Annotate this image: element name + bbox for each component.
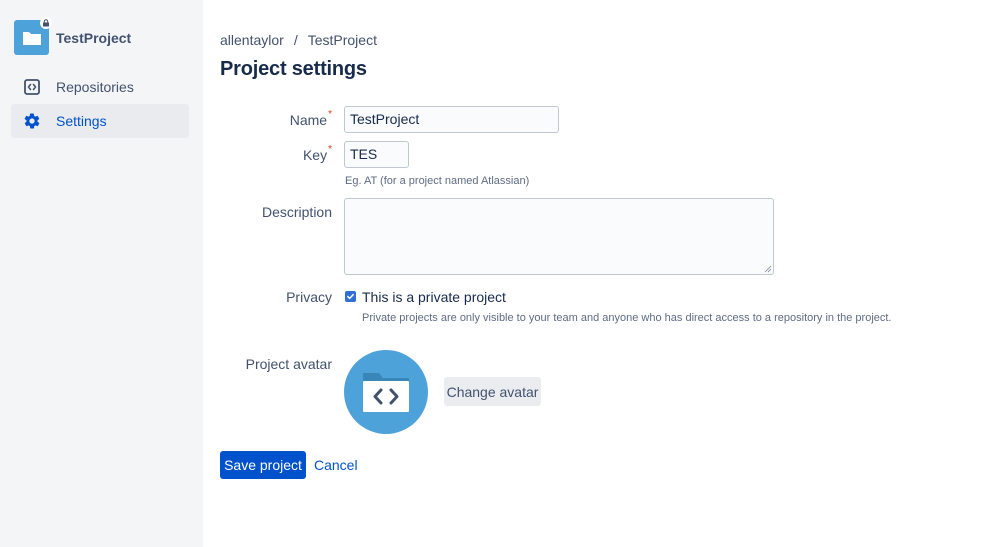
- sidebar-item-label: Settings: [56, 113, 107, 129]
- resize-grip-icon[interactable]: [764, 265, 772, 273]
- sidebar-project-header[interactable]: TestProject: [14, 17, 132, 55]
- gear-icon: [21, 110, 43, 132]
- private-project-checkbox-label[interactable]: This is a private project: [362, 289, 506, 305]
- project-avatar: [344, 350, 428, 434]
- privacy-help-text: Private projects are only visible to you…: [362, 312, 892, 324]
- breadcrumb: allentaylor / TestProject: [220, 32, 377, 48]
- lock-icon: [40, 17, 52, 29]
- code-brackets-icon: [21, 76, 43, 98]
- breadcrumb-project-link[interactable]: TestProject: [308, 32, 377, 48]
- project-avatar-label: Project avatar: [245, 356, 332, 372]
- name-field[interactable]: TestProject: [344, 106, 559, 133]
- required-marker: *: [328, 109, 332, 120]
- page-title: Project settings: [220, 58, 367, 80]
- key-help-text: Eg. AT (for a project named Atlassian): [345, 175, 530, 187]
- private-project-checkbox[interactable]: [345, 291, 356, 302]
- project-avatar-small: [14, 17, 52, 55]
- privacy-label: Privacy: [286, 289, 332, 305]
- name-label: Name*: [220, 109, 332, 128]
- required-marker: *: [328, 144, 332, 155]
- breadcrumb-owner-link[interactable]: allentaylor: [220, 32, 284, 48]
- project-folder-code-icon: [363, 373, 409, 412]
- folder-icon: [22, 31, 41, 45]
- key-label: Key*: [220, 144, 332, 163]
- description-field[interactable]: [344, 198, 774, 275]
- key-field[interactable]: TES: [344, 141, 409, 168]
- sidebar-project-name: TestProject: [56, 29, 132, 46]
- change-avatar-button[interactable]: Change avatar: [444, 377, 541, 406]
- sidebar-item-settings[interactable]: Settings: [11, 104, 189, 138]
- breadcrumb-separator: /: [293, 32, 298, 48]
- checkmark-icon: [347, 293, 354, 300]
- sidebar: TestProject Repositories Settings: [0, 0, 203, 547]
- name-label-text: Name: [289, 112, 328, 128]
- key-label-text: Key: [302, 147, 328, 163]
- sidebar-item-label: Repositories: [56, 79, 134, 95]
- sidebar-item-repositories[interactable]: Repositories: [11, 70, 189, 104]
- cancel-link[interactable]: Cancel: [314, 451, 358, 479]
- description-label: Description: [261, 204, 332, 220]
- save-project-button[interactable]: Save project: [220, 451, 306, 479]
